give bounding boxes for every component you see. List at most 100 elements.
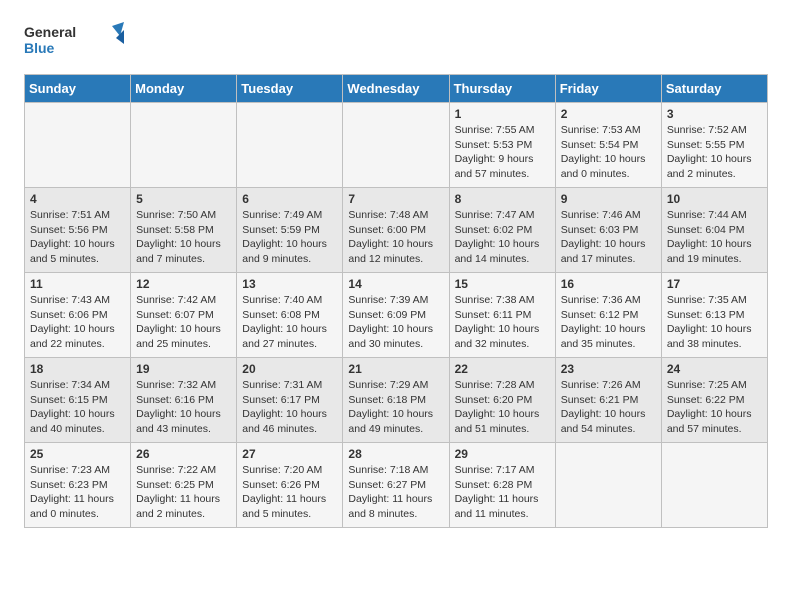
day-number: 13 (242, 277, 337, 291)
calendar-cell: 12 Sunrise: 7:42 AMSunset: 6:07 PMDayligh… (131, 273, 237, 358)
day-number: 23 (561, 362, 656, 376)
day-number: 6 (242, 192, 337, 206)
day-info: Sunrise: 7:53 AMSunset: 5:54 PMDaylight:… (561, 123, 656, 182)
day-number: 29 (455, 447, 550, 461)
day-info: Sunrise: 7:44 AMSunset: 6:04 PMDaylight:… (667, 208, 762, 267)
calendar-cell: 15Sunrise: 7:38 AMSunset: 6:11 PMDayligh… (449, 273, 555, 358)
day-number: 10 (667, 192, 762, 206)
day-info: Sunrise: 7:26 AMSunset: 6:21 PMDaylight:… (561, 378, 656, 437)
day-number: 12 (136, 277, 231, 291)
calendar-cell: 13 Sunrise: 7:40 AMSunset: 6:08 PMDayligh… (237, 273, 343, 358)
day-info: Sunrise: 7:42 AMSunset: 6:07 PMDaylight:… (136, 293, 231, 352)
day-number: 27 (242, 447, 337, 461)
day-number: 8 (455, 192, 550, 206)
column-header-friday: Friday (555, 75, 661, 103)
calendar-cell: 27 Sunrise: 7:20 AMSunset: 6:26 PMDayligh… (237, 443, 343, 528)
day-number: 26 (136, 447, 231, 461)
column-header-wednesday: Wednesday (343, 75, 449, 103)
calendar-cell: 3 Sunrise: 7:52 AMSunset: 5:55 PMDaylight… (661, 103, 767, 188)
day-info: Sunrise: 7:31 AMSunset: 6:17 PMDaylight:… (242, 378, 337, 437)
day-number: 16 (561, 277, 656, 291)
day-info: Sunrise: 7:47 AMSunset: 6:02 PMDaylight:… (455, 208, 550, 267)
calendar-cell: 4 Sunrise: 7:51 AMSunset: 5:56 PMDaylight… (25, 188, 131, 273)
day-number: 19 (136, 362, 231, 376)
logo: General Blue (24, 20, 124, 64)
day-number: 14 (348, 277, 443, 291)
calendar-cell: 1 Sunrise: 7:55 AMSunset: 5:53 PMDaylight… (449, 103, 555, 188)
logo-icon: General Blue (24, 20, 124, 64)
column-header-tuesday: Tuesday (237, 75, 343, 103)
day-info: Sunrise: 7:36 AMSunset: 6:12 PMDaylight:… (561, 293, 656, 352)
svg-text:General: General (24, 24, 76, 40)
day-info: Sunrise: 7:23 AMSunset: 6:23 PMDaylight:… (30, 463, 125, 522)
day-number: 25 (30, 447, 125, 461)
day-number: 4 (30, 192, 125, 206)
day-number: 17 (667, 277, 762, 291)
calendar-cell (25, 103, 131, 188)
calendar-cell: 29 Sunrise: 7:17 AMSunset: 6:28 PMDayligh… (449, 443, 555, 528)
calendar-cell: 17 Sunrise: 7:35 AMSunset: 6:13 PMDayligh… (661, 273, 767, 358)
calendar-cell (237, 103, 343, 188)
column-header-sunday: Sunday (25, 75, 131, 103)
day-number: 7 (348, 192, 443, 206)
day-number: 28 (348, 447, 443, 461)
day-info: Sunrise: 7:50 AMSunset: 5:58 PMDaylight:… (136, 208, 231, 267)
calendar-cell: 11 Sunrise: 7:43 AMSunset: 6:06 PMDayligh… (25, 273, 131, 358)
day-number: 22 (455, 362, 550, 376)
calendar-table: SundayMondayTuesdayWednesdayThursdayFrid… (24, 74, 768, 528)
column-header-thursday: Thursday (449, 75, 555, 103)
calendar-cell: 5 Sunrise: 7:50 AMSunset: 5:58 PMDaylight… (131, 188, 237, 273)
calendar-cell: 25 Sunrise: 7:23 AMSunset: 6:23 PMDayligh… (25, 443, 131, 528)
calendar-cell: 18Sunrise: 7:34 AMSunset: 6:15 PMDayligh… (25, 358, 131, 443)
day-info: Sunrise: 7:48 AMSunset: 6:00 PMDaylight:… (348, 208, 443, 267)
calendar-week-row: 11 Sunrise: 7:43 AMSunset: 6:06 PMDayligh… (25, 273, 768, 358)
day-info: Sunrise: 7:49 AMSunset: 5:59 PMDaylight:… (242, 208, 337, 267)
day-info: Sunrise: 7:17 AMSunset: 6:28 PMDaylight:… (455, 463, 550, 522)
day-info: Sunrise: 7:22 AMSunset: 6:25 PMDaylight:… (136, 463, 231, 522)
day-number: 11 (30, 277, 125, 291)
day-number: 9 (561, 192, 656, 206)
day-info: Sunrise: 7:55 AMSunset: 5:53 PMDaylight:… (455, 123, 550, 182)
day-info: Sunrise: 7:39 AMSunset: 6:09 PMDaylight:… (348, 293, 443, 352)
day-number: 5 (136, 192, 231, 206)
day-info: Sunrise: 7:29 AMSunset: 6:18 PMDaylight:… (348, 378, 443, 437)
calendar-cell: 21 Sunrise: 7:29 AMSunset: 6:18 PMDayligh… (343, 358, 449, 443)
day-info: Sunrise: 7:40 AMSunset: 6:08 PMDaylight:… (242, 293, 337, 352)
day-info: Sunrise: 7:20 AMSunset: 6:26 PMDaylight:… (242, 463, 337, 522)
column-header-monday: Monday (131, 75, 237, 103)
header: General Blue (24, 20, 768, 64)
calendar-cell: 2 Sunrise: 7:53 AMSunset: 5:54 PMDaylight… (555, 103, 661, 188)
calendar-cell (661, 443, 767, 528)
calendar-cell: 14 Sunrise: 7:39 AMSunset: 6:09 PMDayligh… (343, 273, 449, 358)
calendar-week-row: 18Sunrise: 7:34 AMSunset: 6:15 PMDayligh… (25, 358, 768, 443)
column-header-saturday: Saturday (661, 75, 767, 103)
calendar-week-row: 1 Sunrise: 7:55 AMSunset: 5:53 PMDaylight… (25, 103, 768, 188)
calendar-cell: 22 Sunrise: 7:28 AMSunset: 6:20 PMDayligh… (449, 358, 555, 443)
day-number: 2 (561, 107, 656, 121)
calendar-cell: 28 Sunrise: 7:18 AMSunset: 6:27 PMDayligh… (343, 443, 449, 528)
day-number: 21 (348, 362, 443, 376)
day-number: 18 (30, 362, 125, 376)
day-info: Sunrise: 7:18 AMSunset: 6:27 PMDaylight:… (348, 463, 443, 522)
day-info: Sunrise: 7:32 AMSunset: 6:16 PMDaylight:… (136, 378, 231, 437)
calendar-week-row: 4 Sunrise: 7:51 AMSunset: 5:56 PMDaylight… (25, 188, 768, 273)
svg-text:Blue: Blue (24, 40, 55, 56)
day-info: Sunrise: 7:35 AMSunset: 6:13 PMDaylight:… (667, 293, 762, 352)
calendar-week-row: 25 Sunrise: 7:23 AMSunset: 6:23 PMDayligh… (25, 443, 768, 528)
calendar-cell (343, 103, 449, 188)
day-number: 24 (667, 362, 762, 376)
day-info: Sunrise: 7:52 AMSunset: 5:55 PMDaylight:… (667, 123, 762, 182)
calendar-cell: 10 Sunrise: 7:44 AMSunset: 6:04 PMDayligh… (661, 188, 767, 273)
day-number: 3 (667, 107, 762, 121)
day-info: Sunrise: 7:38 AMSunset: 6:11 PMDaylight:… (455, 293, 550, 352)
day-info: Sunrise: 7:51 AMSunset: 5:56 PMDaylight:… (30, 208, 125, 267)
day-info: Sunrise: 7:43 AMSunset: 6:06 PMDaylight:… (30, 293, 125, 352)
calendar-cell (555, 443, 661, 528)
day-info: Sunrise: 7:46 AMSunset: 6:03 PMDaylight:… (561, 208, 656, 267)
calendar-cell: 9 Sunrise: 7:46 AMSunset: 6:03 PMDaylight… (555, 188, 661, 273)
day-info: Sunrise: 7:28 AMSunset: 6:20 PMDaylight:… (455, 378, 550, 437)
calendar-cell: 7 Sunrise: 7:48 AMSunset: 6:00 PMDaylight… (343, 188, 449, 273)
calendar-cell (131, 103, 237, 188)
day-number: 1 (455, 107, 550, 121)
day-info: Sunrise: 7:25 AMSunset: 6:22 PMDaylight:… (667, 378, 762, 437)
